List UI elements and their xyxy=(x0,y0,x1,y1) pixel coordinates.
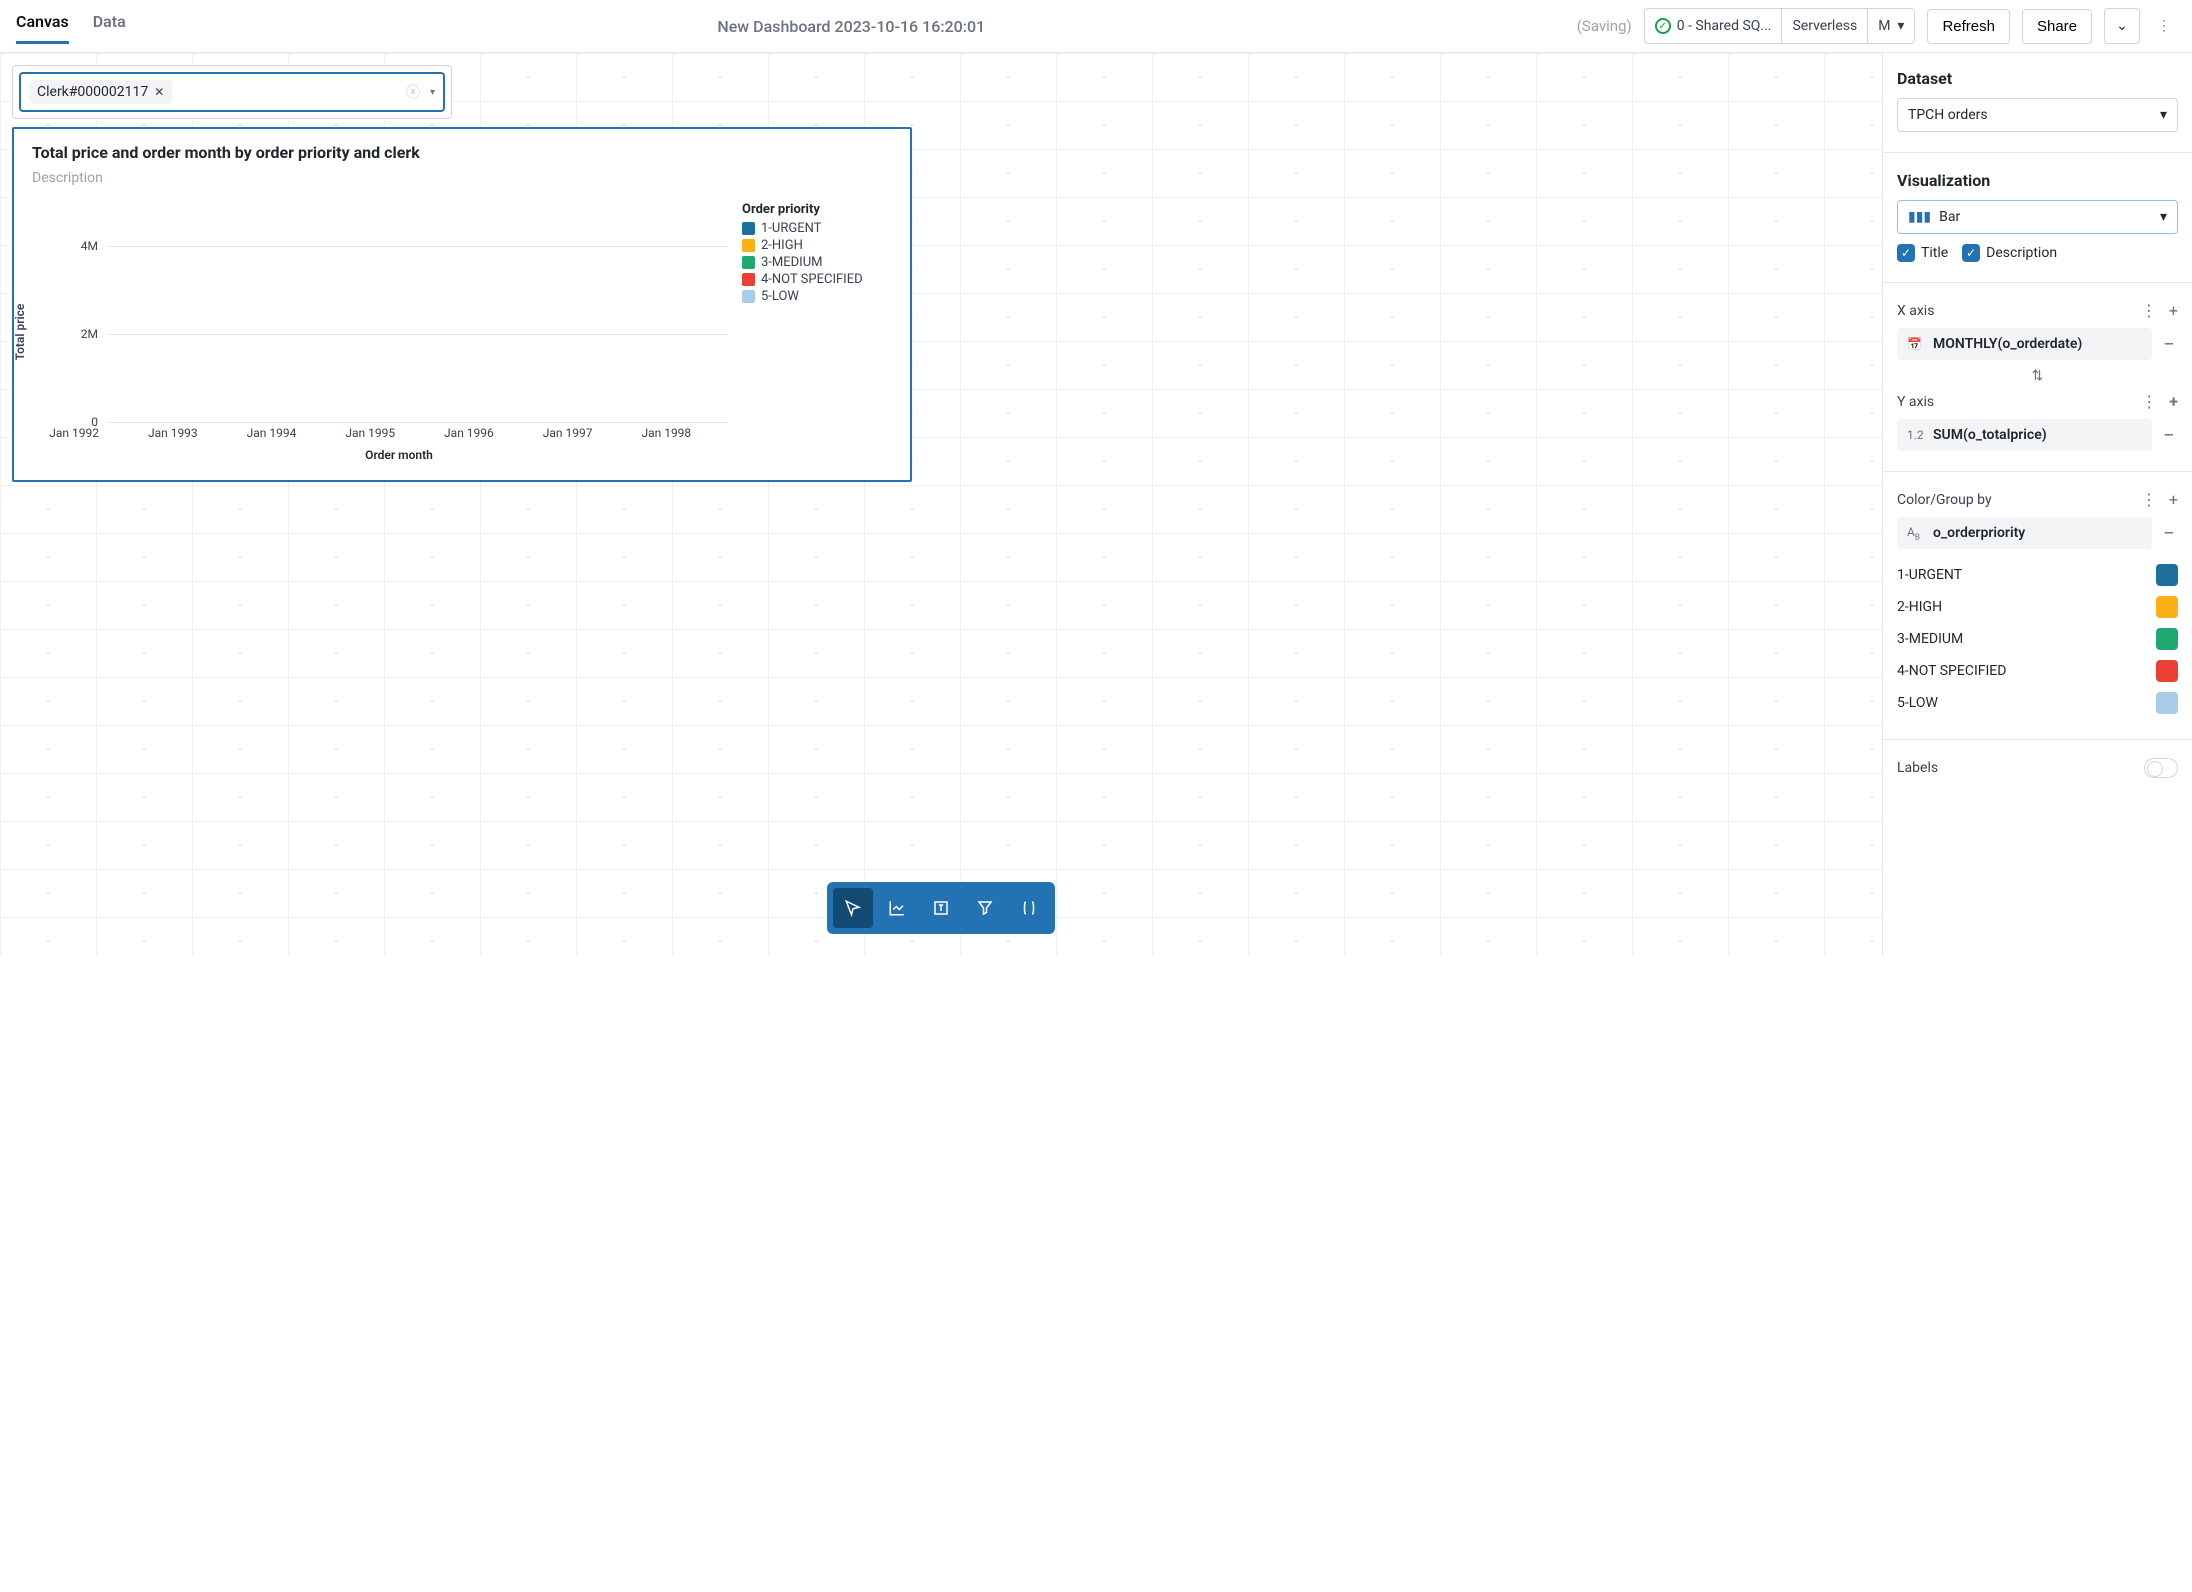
dataset-select[interactable]: TPCH orders ▾ xyxy=(1897,98,2178,132)
filter-chip[interactable]: Clerk#000002117 ✕ xyxy=(29,80,172,104)
chevron-down-icon: ▾ xyxy=(2160,107,2167,123)
x-tick-label: Jan 1994 xyxy=(247,426,297,440)
chart-legend: Order priority 1-URGENT2-HIGH3-MEDIUM4-N… xyxy=(742,202,892,462)
kebab-icon[interactable]: ⋮ xyxy=(2141,301,2157,320)
chart-description[interactable]: Description xyxy=(32,170,892,186)
kebab-icon[interactable]: ⋮ xyxy=(2141,392,2157,411)
tab-data[interactable]: Data xyxy=(93,8,126,44)
plus-icon[interactable]: + xyxy=(2169,490,2178,509)
expand-button[interactable]: ⌄ xyxy=(2104,8,2140,44)
color-legend-item[interactable]: 3-MEDIUM xyxy=(1897,623,2178,655)
x-tick-label: Jan 1995 xyxy=(345,426,395,440)
chevron-down-icon: ▾ xyxy=(2160,209,2167,225)
plus-icon[interactable]: + xyxy=(2169,301,2178,320)
color-by-section-label: Color/Group by xyxy=(1897,492,1992,508)
saving-status: (Saving) xyxy=(1577,17,1632,35)
chevron-down-icon: ⌄ xyxy=(2116,18,2128,34)
config-panel: Dataset TPCH orders ▾ Visualization ▮▮▮B… xyxy=(1882,53,2192,956)
x-axis-section-label: X axis xyxy=(1897,303,1934,319)
legend-item: 2-HIGH xyxy=(742,238,892,253)
cursor-tool[interactable] xyxy=(833,888,873,928)
canvas-area[interactable]: Clerk#000002117 ✕ ⓧ ▾ Total price and or… xyxy=(0,53,1882,956)
color-legend-item[interactable]: 1-URGENT xyxy=(1897,559,2178,591)
x-tick-label: Jan 1998 xyxy=(641,426,691,440)
parameter-tool[interactable] xyxy=(1009,888,1049,928)
tab-canvas[interactable]: Canvas xyxy=(16,8,69,44)
chevron-down-icon[interactable]: ▾ xyxy=(430,87,435,98)
x-axis-field[interactable]: 📅 MONTHLY(o_orderdate) xyxy=(1897,328,2152,360)
filter-tool[interactable] xyxy=(965,888,1005,928)
color-legend-item[interactable]: 2-HIGH xyxy=(1897,591,2178,623)
calendar-icon: 📅 xyxy=(1907,337,1925,351)
x-tick-label: Jan 1993 xyxy=(148,426,198,440)
visualization-select[interactable]: ▮▮▮Bar ▾ xyxy=(1897,200,2178,234)
legend-item: 4-NOT SPECIFIED xyxy=(742,272,892,287)
dashboard-title[interactable]: New Dashboard 2023-10-16 16:20:01 xyxy=(138,17,1565,36)
description-checkbox[interactable]: ✓Description xyxy=(1962,244,2057,262)
chart-widget[interactable]: Total price and order month by order pri… xyxy=(12,127,912,482)
text-tool[interactable] xyxy=(921,888,961,928)
y-axis-field[interactable]: 1.2 SUM(o_totalprice) xyxy=(1897,419,2152,451)
title-checkbox[interactable]: ✓Title xyxy=(1897,244,1948,262)
labels-toggle[interactable] xyxy=(2144,758,2178,778)
color-legend-item[interactable]: 4-NOT SPECIFIED xyxy=(1897,655,2178,687)
y-axis-label: Total price xyxy=(13,304,27,361)
remove-field-icon[interactable]: − xyxy=(2160,521,2178,545)
bar-chart-icon: ▮▮▮ xyxy=(1908,209,1931,225)
chevron-down-icon: ▾ xyxy=(1897,18,1904,34)
remove-field-icon[interactable]: − xyxy=(2160,332,2178,356)
chart-tool[interactable] xyxy=(877,888,917,928)
warehouse-selector[interactable]: 0 - Shared SQ... Serverless M ▾ xyxy=(1644,8,1916,44)
filter-widget[interactable]: Clerk#000002117 ✕ ⓧ ▾ xyxy=(12,65,452,119)
canvas-toolbar xyxy=(827,882,1055,934)
color-field[interactable]: AB o_orderpriority xyxy=(1897,517,2152,549)
plus-icon[interactable]: + xyxy=(2169,392,2178,411)
color-legend-item[interactable]: 5-LOW xyxy=(1897,687,2178,719)
chip-remove-icon[interactable]: ✕ xyxy=(154,85,164,99)
visualization-section-label: Visualization xyxy=(1897,171,2178,190)
y-axis-section-label: Y axis xyxy=(1897,394,1934,410)
refresh-button[interactable]: Refresh xyxy=(1927,9,2010,44)
share-button[interactable]: Share xyxy=(2022,9,2092,44)
header: Canvas Data New Dashboard 2023-10-16 16:… xyxy=(0,0,2192,53)
kebab-menu[interactable]: ⋮ xyxy=(2152,18,2176,34)
x-tick-label: Jan 1992 xyxy=(49,426,99,440)
remove-field-icon[interactable]: − xyxy=(2160,423,2178,447)
string-icon: AB xyxy=(1907,525,1925,541)
chart-bars xyxy=(108,202,728,422)
number-icon: 1.2 xyxy=(1907,428,1925,442)
x-axis-label: Order month xyxy=(70,448,728,462)
dataset-section-label: Dataset xyxy=(1897,69,2178,88)
legend-item: 3-MEDIUM xyxy=(742,255,892,270)
chart-title[interactable]: Total price and order month by order pri… xyxy=(32,143,892,162)
check-icon xyxy=(1655,18,1671,34)
swap-axes-icon[interactable]: ⇅ xyxy=(1897,368,2178,384)
x-tick-label: Jan 1997 xyxy=(543,426,593,440)
legend-item: 1-URGENT xyxy=(742,221,892,236)
clear-icon[interactable]: ⓧ xyxy=(406,82,420,102)
x-tick-label: Jan 1996 xyxy=(444,426,494,440)
kebab-icon[interactable]: ⋮ xyxy=(2141,490,2157,509)
labels-section-label: Labels xyxy=(1897,760,1938,776)
main-tabs: Canvas Data xyxy=(16,8,126,44)
legend-item: 5-LOW xyxy=(742,289,892,304)
